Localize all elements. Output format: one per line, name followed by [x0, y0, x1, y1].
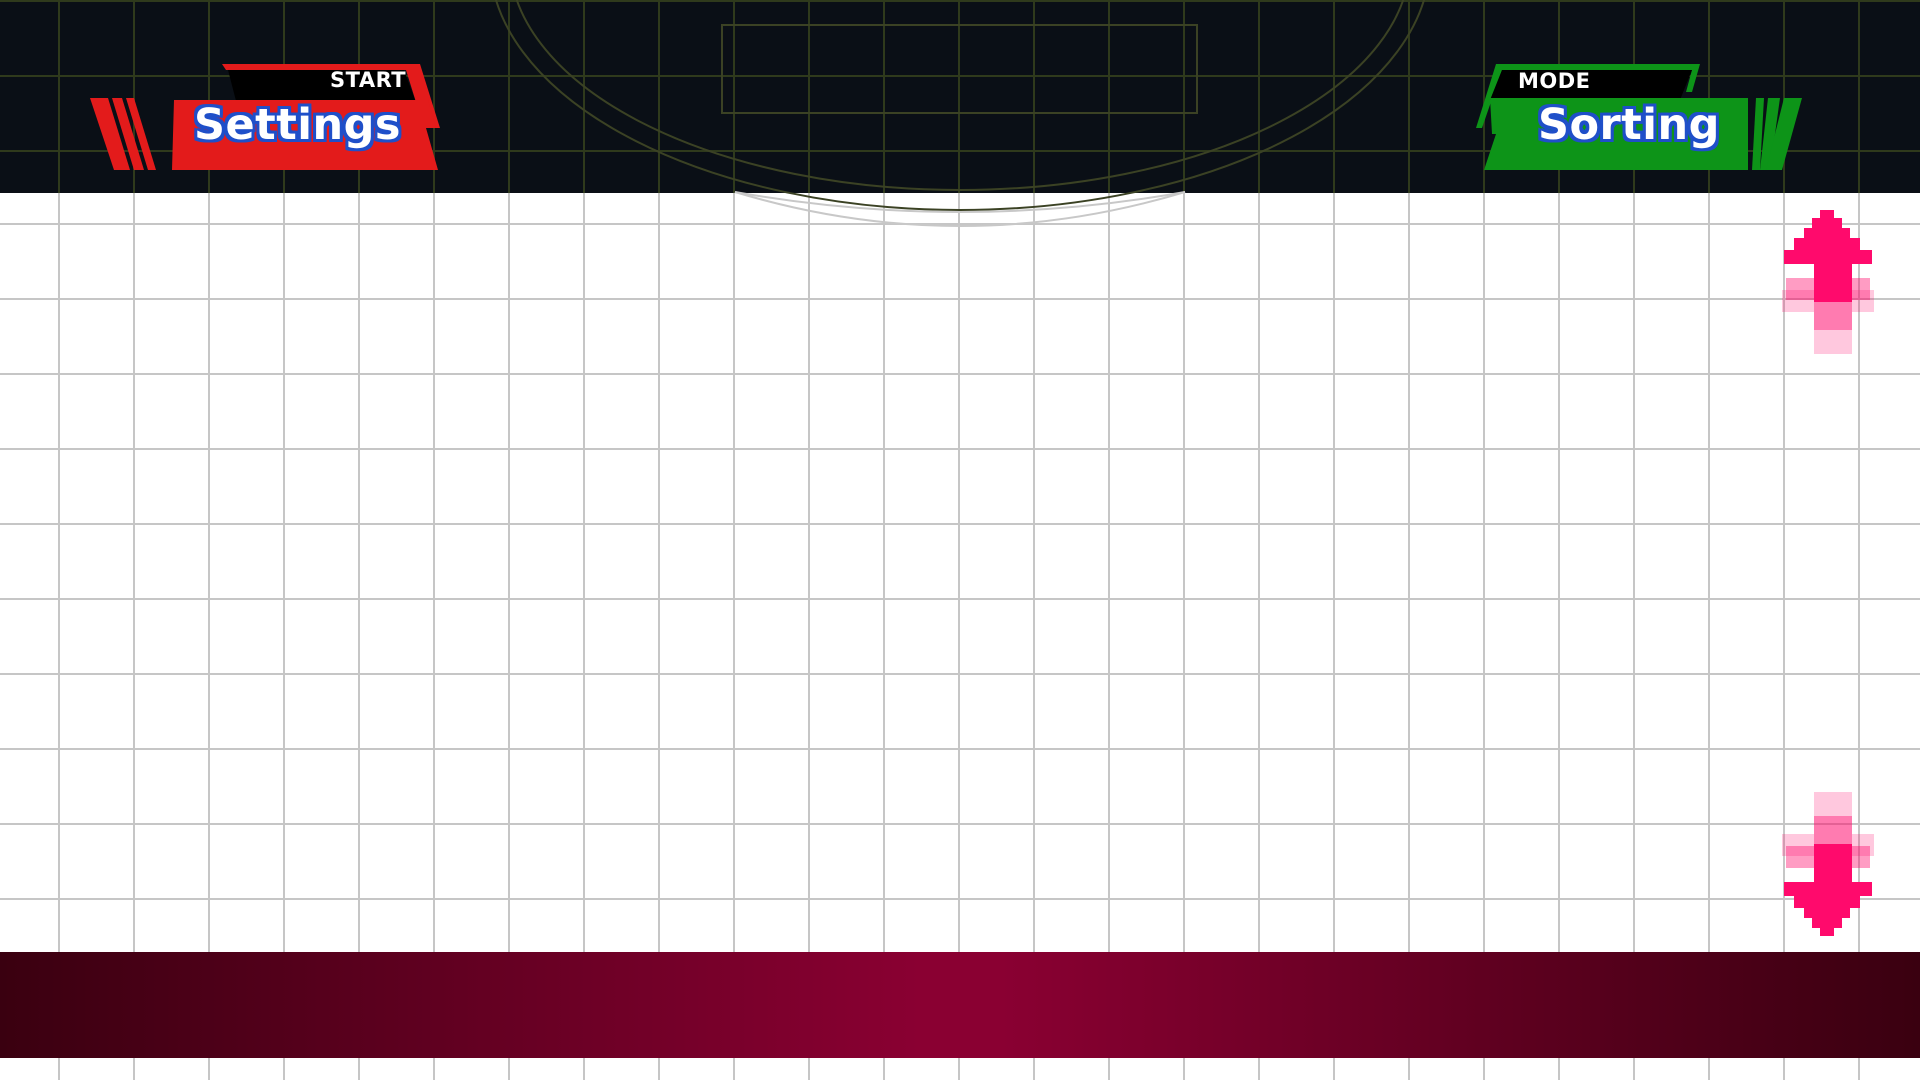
- settings-hint: START: [330, 68, 407, 92]
- game-screen: START Settings MODE Sorting: [0, 0, 1920, 1080]
- arrow-down-icon[interactable]: [1780, 790, 1876, 940]
- arrow-up-icon[interactable]: [1780, 206, 1876, 356]
- bottom-bar: [0, 952, 1920, 1058]
- sorting-label: Sorting: [1538, 100, 1720, 150]
- settings-button[interactable]: START Settings: [90, 58, 450, 178]
- sorting-hint: MODE: [1518, 69, 1591, 93]
- sorting-button[interactable]: MODE Sorting: [1470, 58, 1830, 178]
- settings-label: Settings: [194, 100, 401, 150]
